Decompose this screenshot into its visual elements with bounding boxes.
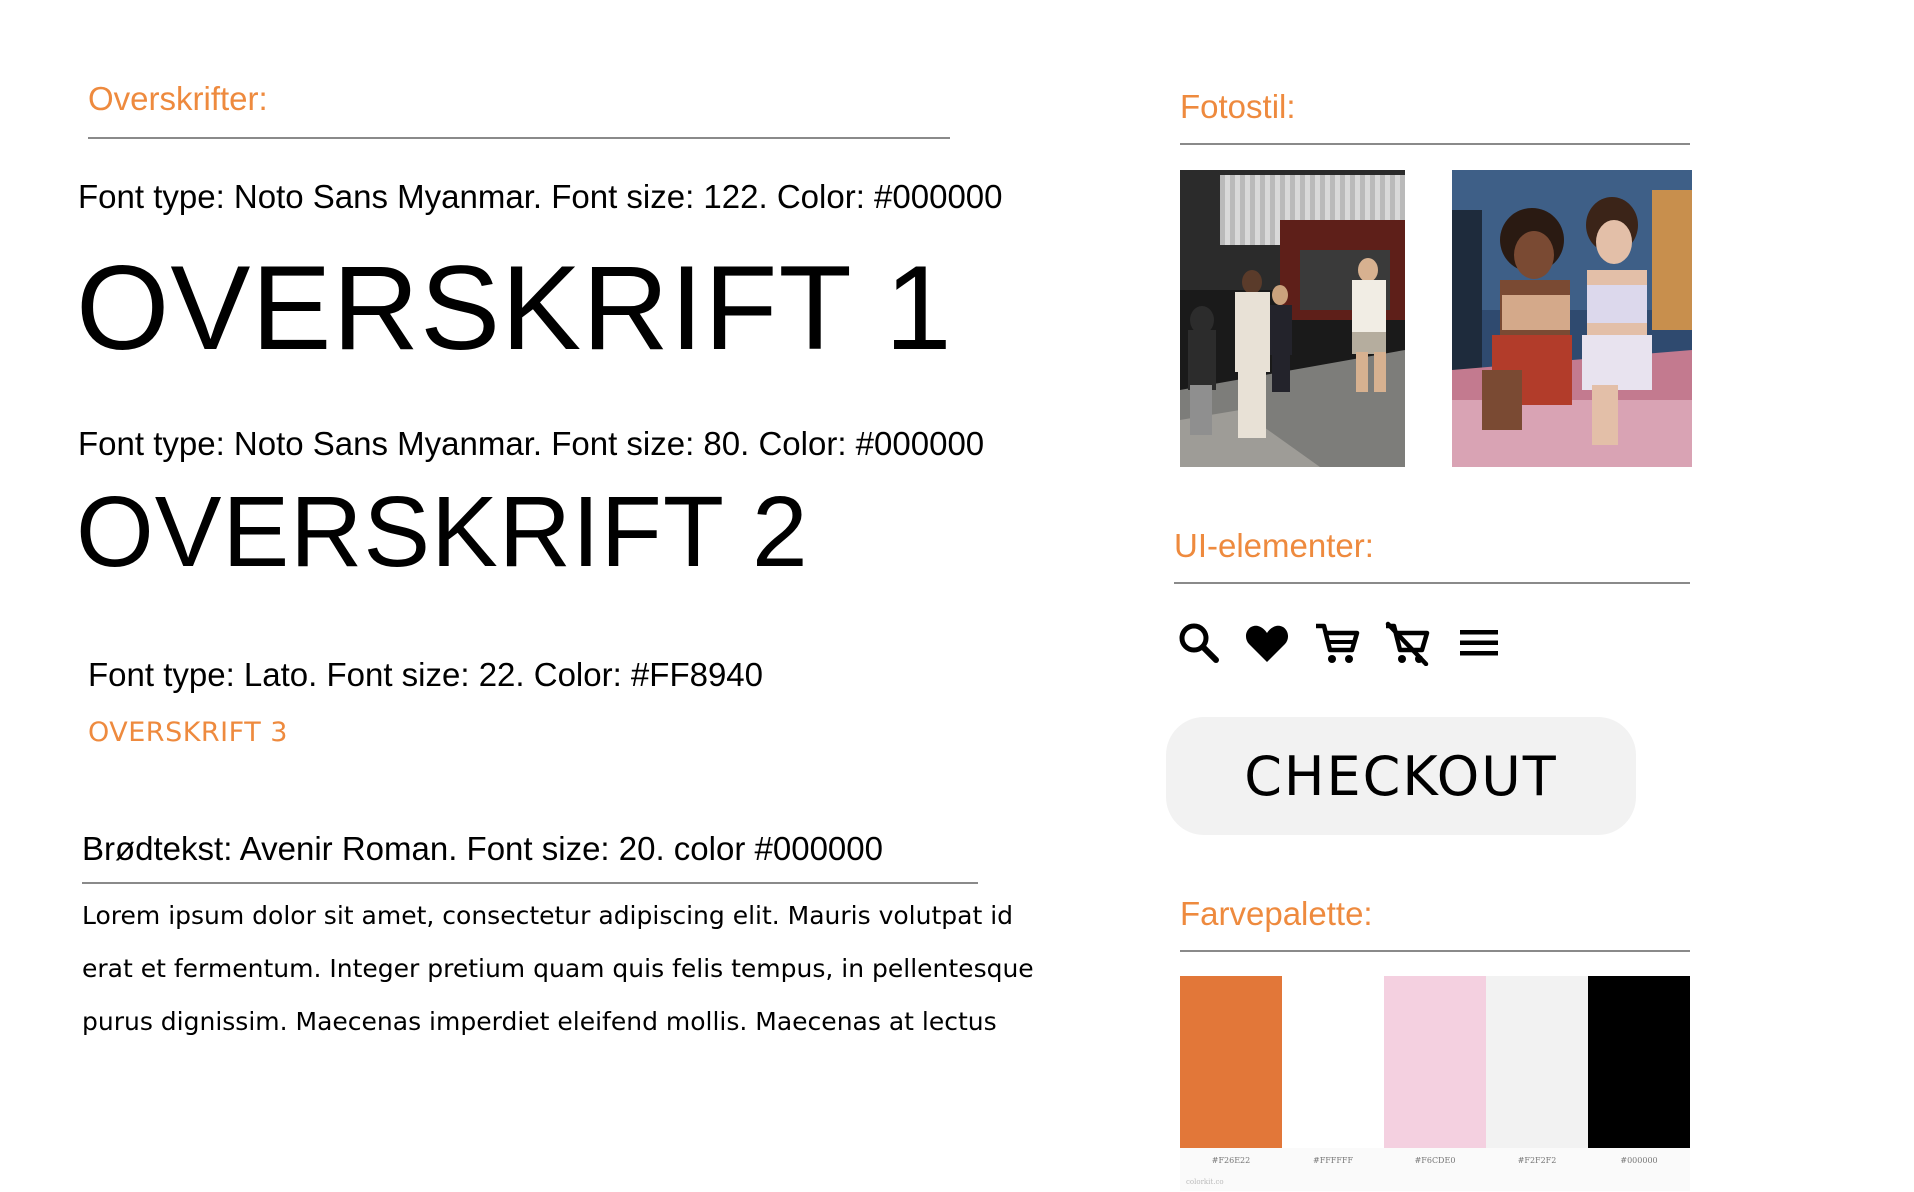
swatch-black — [1588, 976, 1690, 1148]
h1-sample: OVERSKRIFT 1 — [76, 241, 953, 375]
photo-style-divider — [1180, 143, 1690, 145]
palette-credit: colorkit.co — [1186, 1178, 1224, 1186]
h3-sample: OVERSKRIFT 3 — [88, 717, 288, 748]
ui-elements-divider — [1174, 582, 1690, 584]
swatch-white — [1282, 976, 1384, 1148]
headings-section-title: Overskrifter: — [88, 80, 268, 117]
h2-sample: OVERSKRIFT 2 — [76, 476, 809, 588]
photo-two-women-image — [1452, 170, 1692, 467]
headings-divider — [88, 137, 950, 139]
body-text-sample: Lorem ipsum dolor sit amet, consectetur … — [82, 889, 1082, 1048]
swatch-pink — [1384, 976, 1486, 1148]
swatch-light-gray — [1486, 976, 1588, 1148]
photo-style-title: Fotostil: — [1180, 88, 1296, 125]
body-text-line: purus dignissim. Maecenas imperdiet elei… — [82, 1007, 997, 1036]
ui-elements-title: UI-elementer: — [1174, 527, 1374, 564]
photo-street-group — [1180, 170, 1405, 467]
body-text-line: Lorem ipsum dolor sit amet, consectetur … — [82, 901, 1014, 930]
photo-street-group-image — [1180, 170, 1405, 467]
checkout-button[interactable]: CHECKOUT — [1166, 717, 1636, 835]
swatch-orange — [1180, 976, 1282, 1148]
h1-spec: Font type: Noto Sans Myanmar. Font size:… — [78, 178, 1003, 215]
swatch-label: #F2F2F2 — [1517, 1156, 1557, 1165]
palette-divider — [1180, 950, 1690, 952]
palette-title: Farvepalette: — [1180, 895, 1373, 932]
cart-icon[interactable] — [1314, 620, 1360, 666]
swatch-label: #F26E22 — [1211, 1156, 1251, 1165]
swatch-label: #000000 — [1620, 1156, 1658, 1165]
photo-two-women — [1452, 170, 1692, 467]
heart-icon[interactable] — [1244, 620, 1290, 666]
body-text-line: erat et fermentum. Integer pretium quam … — [82, 954, 1034, 983]
swatch-label: #F6CDE0 — [1414, 1156, 1456, 1165]
h3-spec: Font type: Lato. Font size: 22. Color: #… — [88, 656, 764, 693]
cart-remove-icon[interactable] — [1384, 620, 1430, 667]
menu-icon[interactable] — [1456, 620, 1502, 666]
body-text-divider — [82, 882, 978, 884]
search-icon[interactable] — [1176, 620, 1222, 666]
body-text-spec: Brødtekst: Avenir Roman. Font size: 20. … — [82, 830, 883, 867]
swatch-label: #FFFFFF — [1312, 1156, 1353, 1165]
color-palette: #F26E22 #FFFFFF #F6CDE0 #F2F2F2 #000000 … — [1180, 976, 1690, 1191]
h2-spec: Font type: Noto Sans Myanmar. Font size:… — [78, 425, 985, 462]
